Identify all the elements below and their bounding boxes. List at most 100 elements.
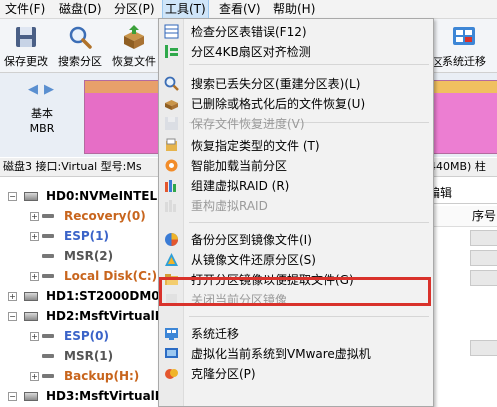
disk-scheme-label: MBR: [29, 122, 55, 135]
disk-type: 基本 MBR: [14, 106, 70, 136]
partition-icon: [42, 334, 54, 338]
tree-disk-row[interactable]: − HD0:NVMeINTELS: [0, 186, 166, 206]
hard-disk-icon: [24, 392, 38, 401]
menu-item-label: 恢复指定类型的文件 (T): [191, 139, 320, 153]
tree-partition-row[interactable]: + Local Disk(C:): [0, 266, 160, 286]
expand-icon[interactable]: +: [8, 292, 17, 301]
menu-item[interactable]: 智能加载当前分区: [159, 156, 433, 176]
tree-item-label: HD2:MsftVirtualDi: [46, 309, 169, 323]
save-progress-icon: [165, 117, 178, 130]
partition-icon: [42, 234, 54, 238]
menu-item[interactable]: 搜索已丢失分区(重建分区表)(L): [159, 74, 433, 94]
partition-icon: [42, 354, 54, 358]
recover-files-button[interactable]: 恢复文件: [108, 19, 160, 71]
menu-separator: [189, 316, 429, 317]
menu-item[interactable]: 虚拟化当前系统到VMware虚拟机: [159, 344, 433, 364]
partition-icon: [42, 254, 54, 258]
expand-icon[interactable]: +: [30, 232, 39, 241]
collapse-icon[interactable]: −: [8, 192, 17, 201]
menu-item-label: 备份分区到镜像文件(I): [191, 233, 312, 247]
menu-view[interactable]: 查看(V): [217, 0, 263, 18]
tree-partition-row[interactable]: MSR(1): [0, 346, 160, 366]
migrate-icon: [453, 27, 475, 45]
column-index-header[interactable]: 序号: [472, 206, 496, 226]
menu-item-label: 分区4KB扇区对齐检测: [191, 45, 311, 59]
vmware-icon: [165, 348, 178, 358]
menu-item[interactable]: 系统迁移: [159, 324, 433, 344]
details-row[interactable]: [470, 230, 497, 246]
partition-icon: [42, 274, 54, 278]
rebuild-raid-icon: [165, 200, 176, 212]
menu-separator: [189, 222, 429, 223]
hard-disk-icon: [24, 292, 38, 301]
details-row[interactable]: [470, 270, 497, 286]
migrate-icon: [165, 328, 178, 340]
tree-partition-row[interactable]: + Recovery(0): [0, 206, 160, 226]
menu-item[interactable]: 备份分区到镜像文件(I): [159, 230, 433, 250]
tree-disk-row[interactable]: − HD3:MsftVirtualDi: [0, 386, 169, 406]
expand-icon[interactable]: +: [30, 212, 39, 221]
system-migration-button[interactable]: 系统迁移: [440, 19, 497, 71]
partition-block-left[interactable]: [84, 80, 166, 154]
highlight-box: [159, 277, 431, 306]
tree-item-label: MSR(1): [64, 349, 114, 363]
menu-item[interactable]: 恢复指定类型的文件 (T): [159, 136, 433, 156]
menu-item-label: 系统迁移: [191, 327, 240, 341]
recover-files-label: 恢复文件: [112, 55, 156, 68]
menu-item-label: 检查分区表错误(F12): [191, 25, 307, 39]
backup-image-icon: [165, 233, 178, 246]
save-disk-icon: [16, 27, 36, 47]
details-row[interactable]: [470, 340, 497, 356]
hard-disk-icon: [24, 192, 38, 201]
hard-disk-icon: [24, 312, 38, 321]
menu-item: 重构虚拟RAID: [159, 196, 433, 216]
recovery-box-icon: [124, 25, 144, 49]
tree-item-label: Recovery(0): [64, 209, 146, 223]
tree-partition-row[interactable]: + Backup(H:): [0, 366, 160, 386]
expand-icon[interactable]: +: [30, 272, 39, 281]
expand-icon[interactable]: +: [30, 332, 39, 341]
collapse-icon[interactable]: −: [8, 392, 17, 401]
menu-disk[interactable]: 磁盘(D): [57, 0, 104, 18]
menu-tools[interactable]: 工具(T): [162, 0, 209, 19]
smart-load-icon: [165, 159, 178, 172]
tree-item-label: Backup(H:): [64, 369, 140, 383]
collapse-icon[interactable]: −: [8, 312, 17, 321]
menu-help[interactable]: 帮助(H): [271, 0, 317, 18]
tree-disk-row[interactable]: + HD1:ST2000DM00: [0, 286, 168, 306]
menu-bar: 文件(F) 磁盘(D) 分区(P) 工具(T) 查看(V) 帮助(H): [0, 0, 497, 19]
menu-item[interactable]: 分区4KB扇区对齐检测: [159, 42, 433, 62]
magnifier-icon: [164, 76, 179, 91]
tree-partition-row[interactable]: MSR(2): [0, 246, 160, 266]
expand-icon[interactable]: +: [30, 372, 39, 381]
menu-partition[interactable]: 分区(P): [112, 0, 157, 18]
tree-item-label: HD1:ST2000DM00: [46, 289, 168, 303]
details-row[interactable]: [470, 250, 497, 266]
tree-disk-row[interactable]: − HD2:MsftVirtualDi: [0, 306, 169, 326]
tree-item-label: Local Disk(C:): [64, 269, 158, 283]
file-type-icon: [166, 138, 177, 151]
tab-edit[interactable]: 编辑: [428, 183, 497, 204]
grid-check-icon: [164, 24, 179, 39]
tree-item-label: MSR(2): [64, 249, 114, 263]
tree-item-label: HD0:NVMeINTELS: [46, 189, 166, 203]
menu-file[interactable]: 文件(F): [3, 0, 47, 18]
disk-nav-arrows[interactable]: ◀▶: [28, 82, 60, 97]
save-changes-button[interactable]: 保存更改: [0, 19, 52, 71]
search-partition-button[interactable]: 搜索分区: [54, 19, 106, 71]
menu-item[interactable]: 已删除或格式化后的文件恢复(U): [159, 94, 433, 114]
partition-block-right[interactable]: [432, 80, 497, 154]
menu-item[interactable]: 克隆分区(P): [159, 364, 433, 384]
tools-menu: 检查分区表错误(F12) 分区4KB扇区对齐检测搜索已丢失分区(重建分区表)(L)…: [158, 18, 434, 407]
menu-item-label: 已删除或格式化后的文件恢复(U): [191, 97, 366, 111]
menu-item[interactable]: 检查分区表错误(F12): [159, 22, 433, 42]
details-header: 序号: [428, 206, 497, 227]
menu-item-label: 组建虚拟RAID (R): [191, 179, 290, 193]
partition-icon: [42, 374, 54, 378]
tree-partition-row[interactable]: + ESP(0): [0, 326, 160, 346]
system-migration-label: 系统迁移: [442, 55, 486, 68]
menu-item[interactable]: 从镜像文件还原分区(S): [159, 250, 433, 270]
tree-partition-row[interactable]: + ESP(1): [0, 226, 160, 246]
partition-icon: [42, 214, 54, 218]
menu-item[interactable]: 组建虚拟RAID (R): [159, 176, 433, 196]
